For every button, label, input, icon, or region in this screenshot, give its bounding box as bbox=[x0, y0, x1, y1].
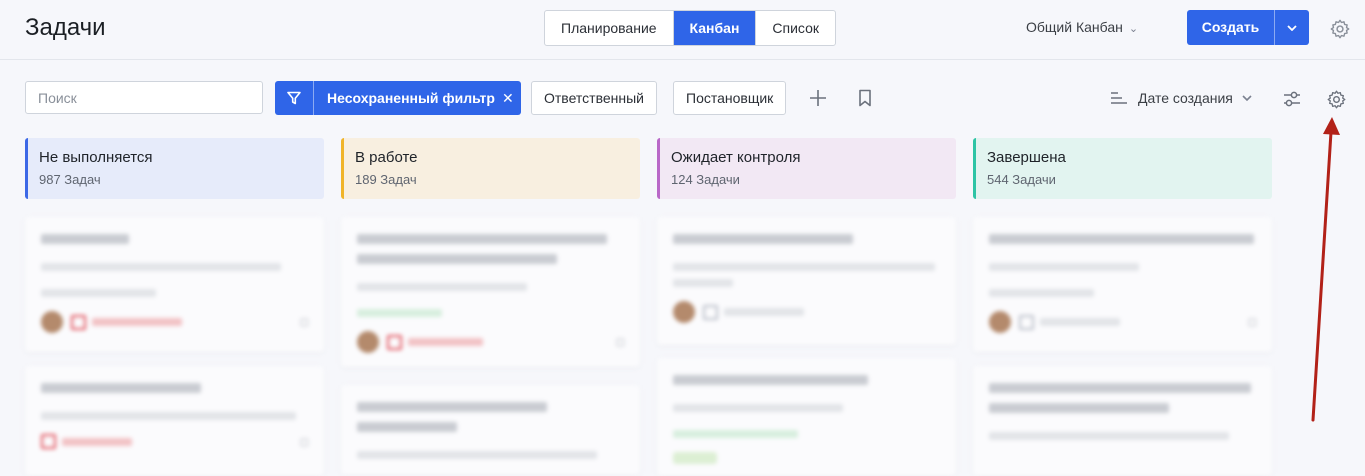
annotation-arrow bbox=[1311, 117, 1340, 422]
